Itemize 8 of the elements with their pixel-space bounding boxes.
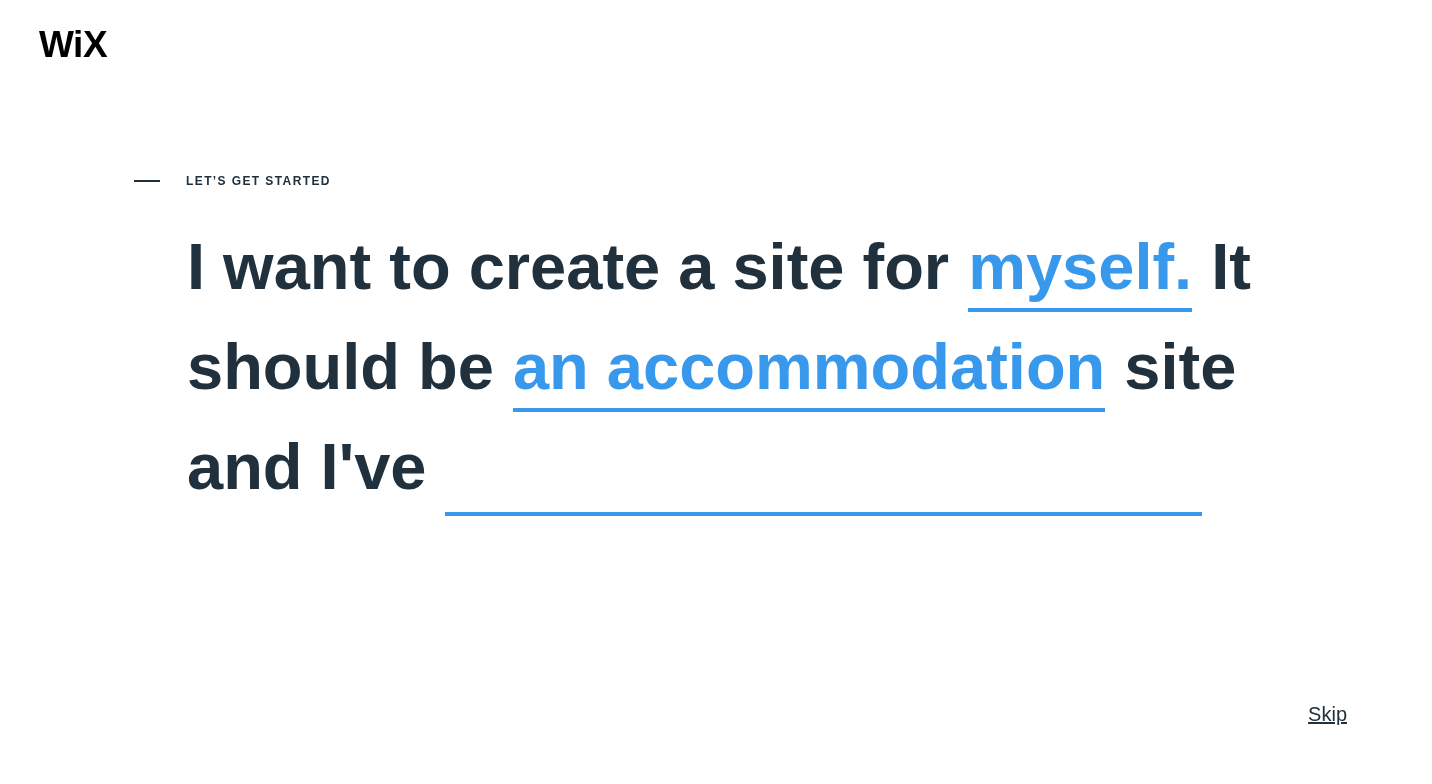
skip-link[interactable]: Skip [1308,704,1347,724]
logo[interactable]: WiX [39,24,108,65]
sentence-text: should be [187,329,494,405]
sentence-text: It [1211,229,1251,305]
eyebrow-label: LET’S GET STARTED [186,173,331,190]
sentence-text: site [1124,329,1237,405]
sentence-text: I want to create a site for [187,229,950,305]
sentence-text: and I've [187,429,427,505]
